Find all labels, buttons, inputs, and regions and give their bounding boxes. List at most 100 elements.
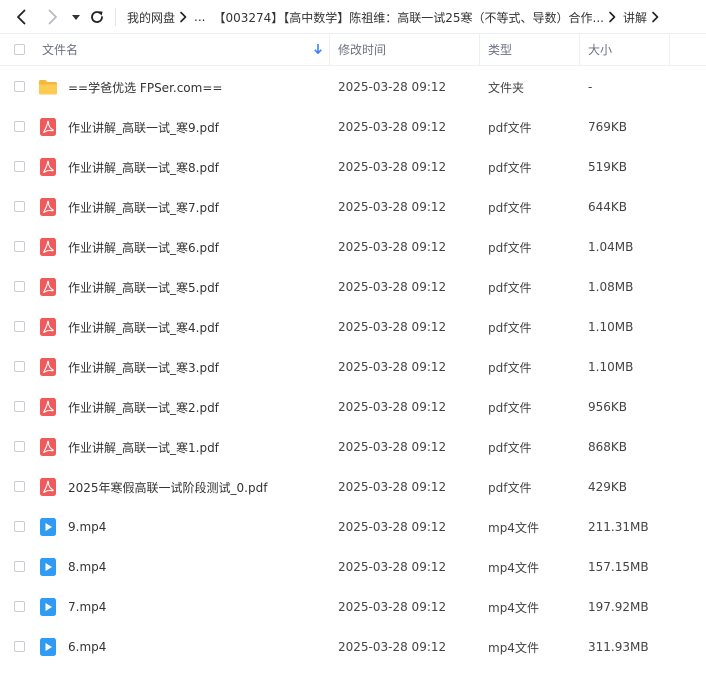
chevron-left-icon bbox=[17, 9, 26, 25]
file-row[interactable]: 作业讲解_高联一试_寒9.pdf 2025-03-28 09:12 pdf文件 769… bbox=[0, 107, 706, 147]
file-modified-time: 2025-03-28 09:12 bbox=[338, 80, 447, 94]
row-checkbox[interactable] bbox=[14, 241, 25, 252]
row-checkbox[interactable] bbox=[14, 481, 25, 492]
file-type: mp4文件 bbox=[488, 560, 539, 575]
pdf-icon bbox=[38, 117, 58, 137]
file-name[interactable]: 2025年寒假高联一试阶段测试_0.pdf bbox=[68, 467, 267, 507]
file-row[interactable]: 9.mp4 2025-03-28 09:12 mp4文件 211.31MB bbox=[0, 507, 706, 547]
select-all-checkbox[interactable] bbox=[14, 44, 25, 55]
file-row[interactable]: 作业讲解_高联一试_寒8.pdf 2025-03-28 09:12 pdf文件 519… bbox=[0, 147, 706, 187]
file-name[interactable]: 6.mp4 bbox=[68, 627, 106, 667]
pdf-icon bbox=[38, 437, 58, 457]
column-header-modified[interactable]: 修改时间 bbox=[338, 34, 386, 65]
caret-down-icon bbox=[72, 15, 80, 20]
chevron-right-icon bbox=[48, 9, 57, 25]
file-size: 644KB bbox=[588, 200, 628, 214]
breadcrumb-item-course-folder[interactable]: 【003274】【高中数学】陈祖维：高联一试25寒（不等式、导数）合作... bbox=[213, 9, 604, 26]
file-name[interactable]: 作业讲解_高联一试_寒8.pdf bbox=[68, 147, 219, 187]
breadcrumb-item-ellipsis[interactable]: ... bbox=[194, 10, 205, 24]
row-checkbox[interactable] bbox=[14, 521, 25, 532]
file-modified-time: 2025-03-28 09:12 bbox=[338, 360, 447, 374]
column-header-type[interactable]: 类型 bbox=[488, 34, 512, 65]
file-row[interactable]: 作业讲解_高联一试_寒7.pdf 2025-03-28 09:12 pdf文件 644… bbox=[0, 187, 706, 227]
row-checkbox[interactable] bbox=[14, 601, 25, 612]
chevron-right-icon bbox=[608, 11, 617, 23]
file-name[interactable]: ==学爸优选 FPSer.com== bbox=[68, 67, 222, 107]
file-row[interactable]: 6.mp4 2025-03-28 09:12 mp4文件 311.93MB bbox=[0, 627, 706, 667]
breadcrumb-item-home[interactable]: 我的网盘 bbox=[127, 9, 175, 26]
file-row[interactable]: 作业讲解_高联一试_寒4.pdf 2025-03-28 09:12 pdf文件 1.1… bbox=[0, 307, 706, 347]
back-button[interactable] bbox=[12, 7, 32, 27]
row-checkbox[interactable] bbox=[14, 401, 25, 412]
file-type: pdf文件 bbox=[488, 400, 532, 415]
file-modified-time: 2025-03-28 09:12 bbox=[338, 120, 447, 134]
chevron-right-icon bbox=[651, 11, 660, 23]
row-checkbox[interactable] bbox=[14, 121, 25, 132]
row-checkbox[interactable] bbox=[14, 201, 25, 212]
file-name[interactable]: 作业讲解_高联一试_寒9.pdf bbox=[68, 107, 219, 147]
column-divider bbox=[479, 34, 480, 65]
row-checkbox[interactable] bbox=[14, 321, 25, 332]
file-row[interactable]: 作业讲解_高联一试_寒1.pdf 2025-03-28 09:12 pdf文件 868… bbox=[0, 427, 706, 467]
row-checkbox[interactable] bbox=[14, 641, 25, 652]
file-name[interactable]: 作业讲解_高联一试_寒7.pdf bbox=[68, 187, 219, 227]
file-modified-time: 2025-03-28 09:12 bbox=[338, 560, 447, 574]
refresh-button[interactable] bbox=[87, 7, 107, 27]
file-name[interactable]: 作业讲解_高联一试_寒5.pdf bbox=[68, 267, 219, 307]
pdf-icon bbox=[38, 357, 58, 377]
sort-descending-icon[interactable] bbox=[313, 43, 323, 55]
file-row[interactable]: 2025年寒假高联一试阶段测试_0.pdf 2025-03-28 09:12 pdf… bbox=[0, 467, 706, 507]
nav-divider bbox=[115, 8, 116, 26]
row-checkbox[interactable] bbox=[14, 161, 25, 172]
row-checkbox[interactable] bbox=[14, 561, 25, 572]
file-name[interactable]: 作业讲解_高联一试_寒1.pdf bbox=[68, 427, 219, 467]
file-name[interactable]: 作业讲解_高联一试_寒6.pdf bbox=[68, 227, 219, 267]
file-modified-time: 2025-03-28 09:12 bbox=[338, 480, 447, 494]
file-name[interactable]: 作业讲解_高联一试_寒2.pdf bbox=[68, 387, 219, 427]
file-type: pdf文件 bbox=[488, 160, 532, 175]
chevron-right-icon bbox=[179, 11, 188, 23]
pdf-icon bbox=[38, 317, 58, 337]
file-row[interactable]: 作业讲解_高联一试_寒6.pdf 2025-03-28 09:12 pdf文件 1.0… bbox=[0, 227, 706, 267]
file-name[interactable]: 作业讲解_高联一试_寒4.pdf bbox=[68, 307, 219, 347]
file-size: 519KB bbox=[588, 160, 628, 174]
file-modified-time: 2025-03-28 09:12 bbox=[338, 160, 447, 174]
video-icon bbox=[38, 637, 58, 657]
file-size: 1.10MB bbox=[588, 320, 634, 334]
file-row[interactable]: ==学爸优选 FPSer.com== 2025-03-28 09:12 文件夹 - bbox=[0, 67, 706, 107]
file-row[interactable]: 8.mp4 2025-03-28 09:12 mp4文件 157.15MB bbox=[0, 547, 706, 587]
file-type: pdf文件 bbox=[488, 120, 532, 135]
file-type: 文件夹 bbox=[488, 80, 525, 95]
column-header-name[interactable]: 文件名 bbox=[42, 34, 78, 65]
file-modified-time: 2025-03-28 09:12 bbox=[338, 320, 447, 334]
file-name[interactable]: 7.mp4 bbox=[68, 587, 106, 627]
file-list-header: 文件名 修改时间 类型 大小 bbox=[0, 34, 706, 66]
file-row[interactable]: 作业讲解_高联一试_寒5.pdf 2025-03-28 09:12 pdf文件 1.0… bbox=[0, 267, 706, 307]
file-type: pdf文件 bbox=[488, 480, 532, 495]
column-header-size[interactable]: 大小 bbox=[588, 34, 612, 65]
file-type: mp4文件 bbox=[488, 600, 539, 615]
file-modified-time: 2025-03-28 09:12 bbox=[338, 240, 447, 254]
column-divider bbox=[579, 34, 580, 65]
pdf-icon bbox=[38, 277, 58, 297]
breadcrumb-item-current[interactable]: 讲解 bbox=[623, 9, 647, 26]
folder-icon bbox=[38, 77, 58, 97]
file-size: 1.08MB bbox=[588, 280, 634, 294]
file-row[interactable]: 作业讲解_高联一试_寒2.pdf 2025-03-28 09:12 pdf文件 956… bbox=[0, 387, 706, 427]
file-row[interactable]: 作业讲解_高联一试_寒3.pdf 2025-03-28 09:12 pdf文件 1.1… bbox=[0, 347, 706, 387]
history-dropdown-button[interactable] bbox=[66, 7, 86, 27]
file-row[interactable]: 7.mp4 2025-03-28 09:12 mp4文件 197.92MB bbox=[0, 587, 706, 627]
forward-button[interactable] bbox=[42, 7, 62, 27]
row-checkbox[interactable] bbox=[14, 281, 25, 292]
pdf-icon bbox=[38, 157, 58, 177]
video-icon bbox=[38, 557, 58, 577]
file-modified-time: 2025-03-28 09:12 bbox=[338, 200, 447, 214]
row-checkbox[interactable] bbox=[14, 81, 25, 92]
row-checkbox[interactable] bbox=[14, 361, 25, 372]
file-name[interactable]: 9.mp4 bbox=[68, 507, 106, 547]
row-checkbox[interactable] bbox=[14, 441, 25, 452]
file-modified-time: 2025-03-28 09:12 bbox=[338, 400, 447, 414]
file-modified-time: 2025-03-28 09:12 bbox=[338, 520, 447, 534]
file-name[interactable]: 8.mp4 bbox=[68, 547, 106, 587]
file-name[interactable]: 作业讲解_高联一试_寒3.pdf bbox=[68, 347, 219, 387]
